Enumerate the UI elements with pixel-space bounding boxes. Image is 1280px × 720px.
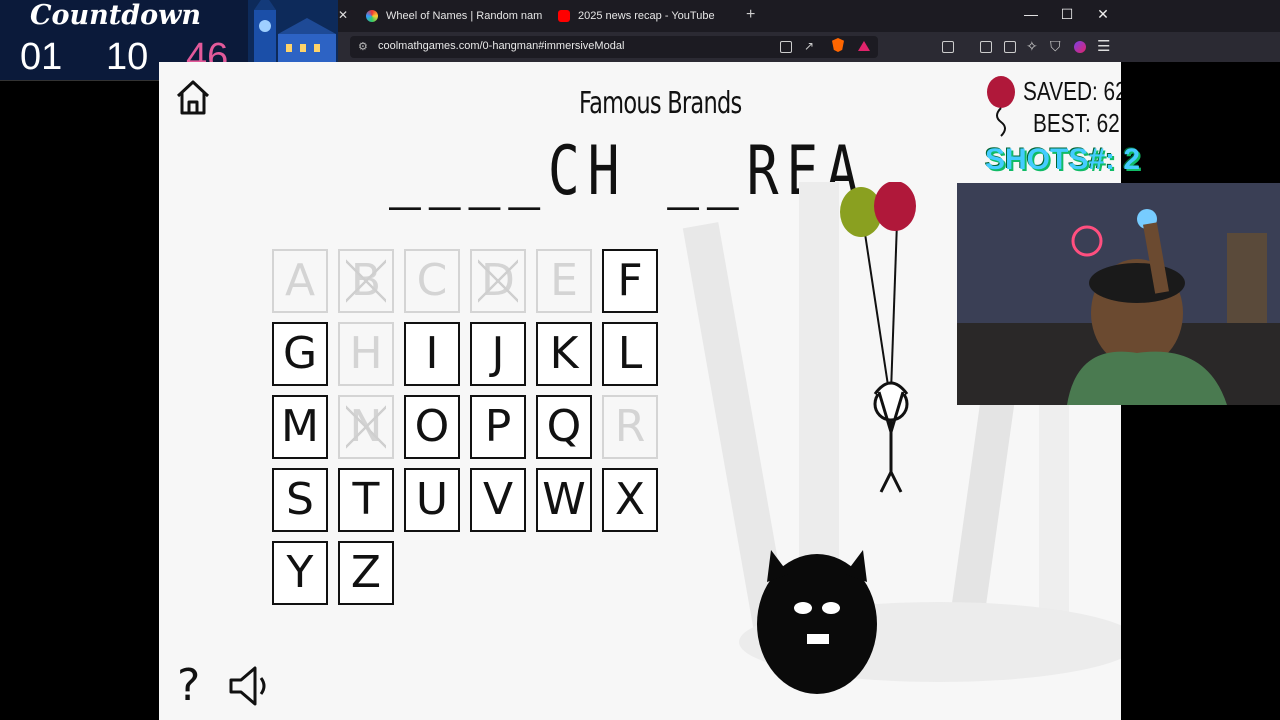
key-i[interactable]: I bbox=[404, 322, 460, 386]
reader-mode-icon[interactable] bbox=[780, 41, 792, 53]
minimize-icon[interactable]: — bbox=[1016, 6, 1046, 22]
balloons-icon bbox=[840, 182, 916, 393]
countdown-minutes: 10 bbox=[106, 36, 149, 78]
key-u[interactable]: U bbox=[404, 468, 460, 532]
saved-count: SAVED: 62 bbox=[1023, 76, 1121, 106]
key-g[interactable]: G bbox=[272, 322, 328, 386]
profile-icon[interactable] bbox=[1074, 41, 1086, 53]
tab-search-icon[interactable] bbox=[942, 41, 954, 53]
address-bar[interactable]: ⚙ coolmathgames.com/0-hangman#immersiveM… bbox=[350, 36, 878, 58]
tab-label: Wheel of Names | Random name pic bbox=[386, 10, 542, 22]
youtube-favicon-icon bbox=[558, 10, 570, 23]
key-q[interactable]: Q bbox=[536, 395, 592, 459]
site-settings-icon[interactable]: ⚙ bbox=[358, 40, 368, 53]
vpn-shield-icon[interactable]: ⛉ bbox=[1050, 38, 1061, 55]
key-w[interactable]: W bbox=[536, 468, 592, 532]
best-count: BEST: 62 bbox=[1033, 108, 1120, 138]
webcam-feed bbox=[957, 183, 1280, 405]
balloon-score-icon bbox=[987, 76, 1015, 137]
close-window-icon[interactable]: ✕ bbox=[1088, 6, 1118, 23]
wheel-favicon-icon bbox=[366, 10, 378, 23]
url-text: coolmathgames.com/0-hangman#immersiveMod… bbox=[378, 40, 625, 52]
home-icon[interactable] bbox=[175, 78, 211, 116]
monster-icon bbox=[757, 550, 877, 694]
wallet-icon[interactable] bbox=[1004, 41, 1016, 53]
key-f[interactable]: F bbox=[602, 249, 658, 313]
brave-rewards-icon[interactable] bbox=[858, 41, 870, 51]
key-d: D bbox=[470, 249, 526, 313]
new-tab-icon[interactable]: + bbox=[746, 6, 755, 24]
key-x[interactable]: X bbox=[602, 468, 658, 532]
key-r: R bbox=[602, 395, 658, 459]
streamer-image bbox=[957, 183, 1280, 405]
shots-counter: SHOTS#: 2 bbox=[985, 143, 1141, 176]
key-y[interactable]: Y bbox=[272, 541, 328, 605]
key-c: C bbox=[404, 249, 460, 313]
help-button[interactable]: ? bbox=[177, 660, 200, 711]
key-b: B bbox=[338, 249, 394, 313]
key-v[interactable]: V bbox=[470, 468, 526, 532]
key-o[interactable]: O bbox=[404, 395, 460, 459]
sidebar-icon[interactable] bbox=[980, 41, 992, 53]
brave-shields-icon[interactable] bbox=[832, 38, 844, 52]
stick-figure-icon bbox=[873, 381, 909, 493]
key-k[interactable]: K bbox=[536, 322, 592, 386]
sound-icon[interactable] bbox=[227, 664, 273, 708]
tab-youtube[interactable]: 2025 news recap - YouTube bbox=[558, 4, 734, 28]
share-icon[interactable]: ↗ bbox=[804, 39, 814, 53]
key-j[interactable]: J bbox=[470, 322, 526, 386]
maximize-icon[interactable]: ☐ bbox=[1052, 6, 1082, 23]
key-h: H bbox=[338, 322, 394, 386]
countdown-title: Countdown bbox=[30, 0, 201, 31]
key-n: N bbox=[338, 395, 394, 459]
tab-label: 2025 news recap - YouTube bbox=[578, 10, 715, 22]
key-m[interactable]: M bbox=[272, 395, 328, 459]
key-s[interactable]: S bbox=[272, 468, 328, 532]
key-p[interactable]: P bbox=[470, 395, 526, 459]
key-t[interactable]: T bbox=[338, 468, 394, 532]
leo-ai-icon[interactable]: ✧ bbox=[1026, 38, 1038, 55]
key-a: A bbox=[272, 249, 328, 313]
tab-wheel-of-names[interactable]: Wheel of Names | Random name pic bbox=[366, 4, 542, 28]
key-l[interactable]: L bbox=[602, 322, 658, 386]
key-e: E bbox=[536, 249, 592, 313]
tab-close-icon[interactable]: ✕ bbox=[338, 8, 348, 22]
countdown-hours: 01 bbox=[20, 36, 63, 78]
key-z[interactable]: Z bbox=[338, 541, 394, 605]
category-title: Famous Brands bbox=[579, 86, 742, 121]
menu-icon[interactable]: ☰ bbox=[1097, 37, 1110, 55]
